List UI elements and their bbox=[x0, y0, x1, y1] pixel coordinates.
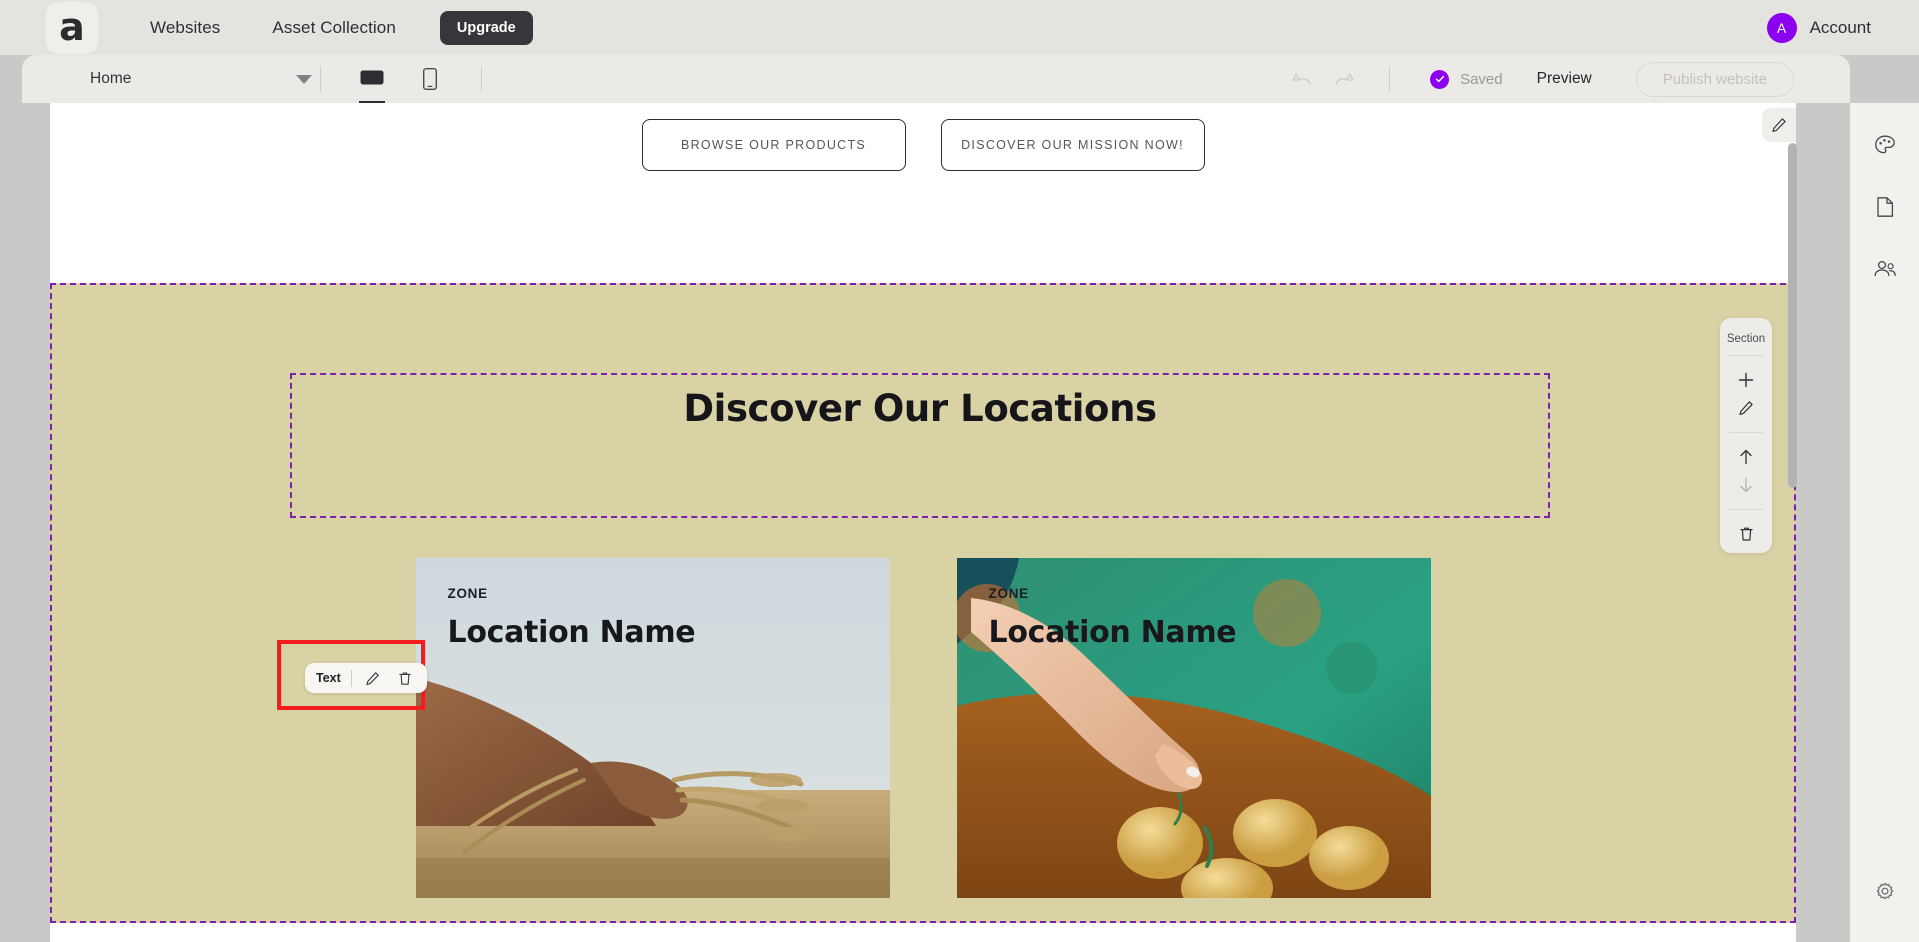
sidebar-item-pages[interactable] bbox=[1865, 187, 1905, 227]
page-name-label: Home bbox=[90, 70, 132, 87]
card-zone-label: ZONE bbox=[447, 586, 488, 601]
section-panel-divider bbox=[1729, 432, 1763, 433]
page-selector[interactable]: Home bbox=[90, 70, 320, 88]
sidebar-item-audience[interactable] bbox=[1865, 249, 1905, 289]
page-icon bbox=[1876, 197, 1893, 217]
section-edit-button[interactable] bbox=[1731, 394, 1761, 422]
locations-section[interactable]: Discover Our Locations Text ZONE Locatio… bbox=[50, 283, 1796, 923]
section-heading: Discover Our Locations bbox=[683, 387, 1157, 430]
redo-button[interactable] bbox=[1329, 64, 1359, 94]
editor-toolbar: Home Saved Preview Publish website bbox=[22, 55, 1850, 103]
pencil-icon bbox=[1772, 118, 1786, 132]
sidebar-item-settings[interactable] bbox=[1865, 872, 1905, 912]
nav-link-asset-collection[interactable]: Asset Collection bbox=[272, 18, 396, 38]
website-canvas: BROWSE OUR PRODUCTS DISCOVER OUR MISSION… bbox=[50, 103, 1796, 942]
toolbar-divider-3 bbox=[1389, 66, 1391, 92]
upgrade-button[interactable]: Upgrade bbox=[439, 10, 533, 45]
canvas-scrollbar-thumb[interactable] bbox=[1788, 143, 1797, 488]
section-move-up-button[interactable] bbox=[1731, 443, 1761, 471]
card-zone-label: ZONE bbox=[988, 586, 1029, 601]
device-desktop-button[interactable] bbox=[357, 64, 387, 103]
card-location-name: Location Name bbox=[447, 615, 696, 650]
section-panel-divider bbox=[1729, 509, 1763, 510]
discover-mission-button[interactable]: DISCOVER OUR MISSION NOW! bbox=[940, 119, 1205, 171]
plus-icon bbox=[1738, 372, 1754, 388]
app-logo[interactable]: a bbox=[46, 1, 98, 54]
location-card[interactable]: ZONE Location Name bbox=[956, 558, 1431, 898]
avatar: A bbox=[1766, 12, 1797, 43]
device-mobile-button[interactable] bbox=[415, 64, 445, 94]
users-icon bbox=[1874, 260, 1896, 277]
pencil-icon bbox=[366, 671, 380, 685]
nav-link-websites[interactable]: Websites bbox=[150, 18, 220, 38]
section-panel-title: Section bbox=[1726, 333, 1766, 345]
desktop-icon bbox=[360, 70, 384, 85]
trash-icon bbox=[399, 672, 411, 685]
widget-divider bbox=[350, 669, 352, 687]
saved-label: Saved bbox=[1460, 70, 1503, 88]
save-status: Saved bbox=[1430, 69, 1503, 89]
palette-icon bbox=[1874, 135, 1895, 154]
redo-icon bbox=[1335, 73, 1354, 85]
section-add-button[interactable] bbox=[1731, 366, 1761, 394]
app-header: a Websites Asset Collection Upgrade A Ac… bbox=[0, 0, 1919, 55]
heading-text-block[interactable]: Discover Our Locations bbox=[290, 373, 1550, 518]
history-controls bbox=[1287, 64, 1359, 94]
widget-edit-button[interactable] bbox=[362, 667, 384, 689]
preview-button[interactable]: Preview bbox=[1537, 70, 1592, 88]
mobile-icon bbox=[423, 68, 437, 90]
section-delete-button[interactable] bbox=[1731, 520, 1761, 548]
undo-icon bbox=[1292, 73, 1311, 85]
card-text-block: ZONE Location Name bbox=[989, 586, 1237, 650]
widget-type-label: Text bbox=[316, 671, 341, 685]
section-panel-divider bbox=[1729, 355, 1763, 356]
canvas-edit-pencil-button[interactable] bbox=[1762, 108, 1796, 142]
location-card[interactable]: ZONE Location Name bbox=[415, 558, 890, 898]
account-label: Account bbox=[1809, 17, 1871, 37]
check-icon bbox=[1430, 69, 1450, 89]
section-actions-panel: Section bbox=[1720, 318, 1772, 553]
sidebar-item-design[interactable] bbox=[1865, 125, 1905, 165]
arrow-down-icon bbox=[1740, 477, 1752, 493]
undo-button[interactable] bbox=[1287, 64, 1317, 94]
card-location-name: Location Name bbox=[988, 615, 1237, 650]
account-menu[interactable]: A Account bbox=[1766, 12, 1871, 43]
arrow-up-icon bbox=[1740, 449, 1752, 465]
location-cards-row: ZONE Location Name ZONE Location Name bbox=[50, 558, 1796, 898]
toolbar-divider-2 bbox=[481, 66, 482, 92]
gear-icon bbox=[1876, 882, 1893, 900]
logo-glyph: a bbox=[59, 4, 85, 49]
right-sidebar bbox=[1850, 103, 1919, 942]
section-move-down-button[interactable] bbox=[1731, 471, 1761, 499]
card-text-block: ZONE Location Name bbox=[448, 586, 696, 650]
trash-icon bbox=[1739, 527, 1753, 541]
toolbar-divider-1 bbox=[320, 66, 321, 92]
browse-products-button[interactable]: BROWSE OUR PRODUCTS bbox=[641, 119, 906, 171]
pencil-icon bbox=[1739, 401, 1753, 415]
widget-delete-button[interactable] bbox=[394, 667, 416, 689]
hero-button-row: BROWSE OUR PRODUCTS DISCOVER OUR MISSION… bbox=[50, 103, 1796, 171]
hero-section: BROWSE OUR PRODUCTS DISCOVER OUR MISSION… bbox=[50, 103, 1796, 283]
publish-website-button[interactable]: Publish website bbox=[1635, 61, 1794, 97]
canvas-scrollbar-track[interactable] bbox=[1787, 103, 1797, 942]
text-widget-toolbar: Text bbox=[305, 663, 427, 693]
device-switcher bbox=[357, 64, 445, 103]
chevron-down-icon bbox=[296, 74, 312, 84]
